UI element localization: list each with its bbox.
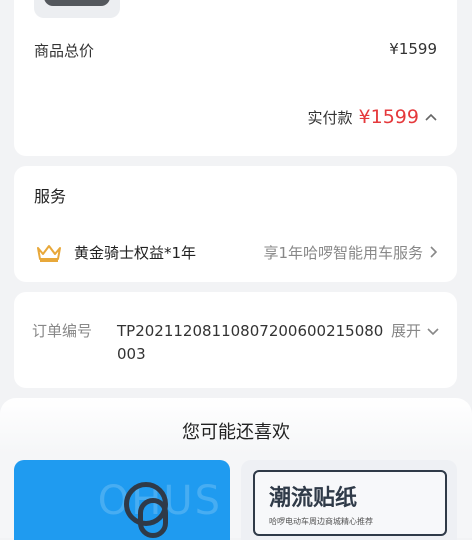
recommendations-title: 您可能还喜欢 <box>182 422 290 443</box>
paid-value: ¥1599 <box>358 106 419 128</box>
recommendations-panel: 您可能还喜欢 OHUS 潮流贴纸 哈啰电动车周边商城精心推荐 <box>0 398 472 540</box>
expand-label: 展开 <box>390 322 421 340</box>
sticker-title: 潮流贴纸 <box>269 486 358 511</box>
chevron-right-icon <box>429 244 438 262</box>
sticker-banner: 潮流贴纸 哈啰电动车周边商城精心推荐 <box>253 470 447 536</box>
order-number-value: TP20211208110807200600215080003 <box>117 322 384 363</box>
order-info-card: 订单编号 TP20211208110807200600215080003 展开 <box>14 292 457 388</box>
sticker-subtitle: 哈啰电动车周边商城精心推荐 <box>269 517 373 526</box>
recommendation-item[interactable]: OHUS <box>14 460 230 540</box>
service-card: 服务 黄金骑士权益*1年 享1年哈啰智能用车服务 <box>14 166 457 282</box>
recommendation-item[interactable]: 潮流贴纸 哈啰电动车周边商城精心推荐 <box>241 460 457 540</box>
service-detail-link[interactable]: 享1年哈啰智能用车服务 <box>263 242 438 263</box>
subtotal-value: ¥1599 <box>389 40 437 58</box>
product-image <box>44 0 110 6</box>
product-thumbnail[interactable] <box>34 0 120 18</box>
crown-icon <box>36 243 62 263</box>
expand-button[interactable]: 展开 <box>391 320 439 341</box>
paid-amount-toggle[interactable]: 实付款 ¥1599 <box>308 106 437 128</box>
chevron-down-icon <box>427 322 439 340</box>
subtotal-label: 商品总价 <box>34 42 95 60</box>
service-name: 黄金骑士权益*1年 <box>74 244 197 262</box>
service-section-title: 服务 <box>34 187 67 206</box>
price-summary-card: 商品总价 ¥1599 实付款 ¥1599 <box>14 0 457 156</box>
order-number-label: 订单编号 <box>32 322 93 340</box>
service-description: 享1年哈啰智能用车服务 <box>263 244 423 262</box>
paid-label: 实付款 <box>307 109 353 127</box>
lock-shackle-image <box>138 498 168 538</box>
chevron-up-icon <box>425 108 437 127</box>
